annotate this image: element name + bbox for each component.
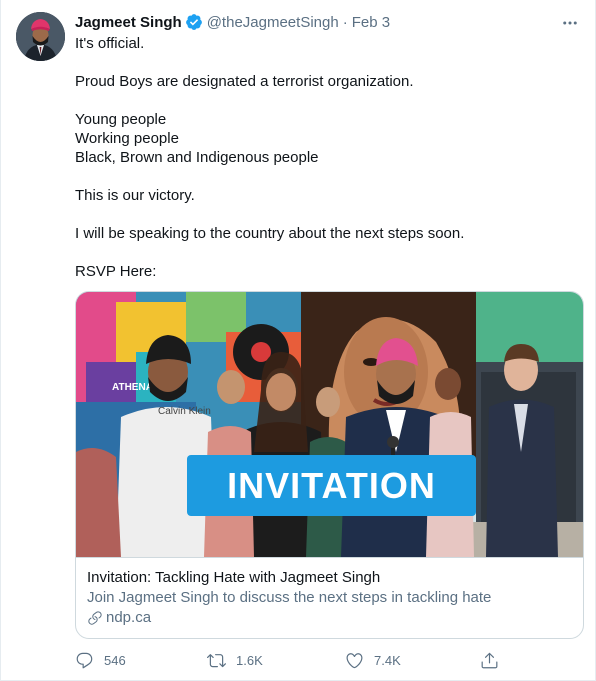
tweet-line: I will be speaking to the country about …: [75, 225, 465, 242]
invitation-banner: INVITATION: [187, 455, 476, 516]
tweet-text: It's official. Proud Boys are designated…: [75, 34, 575, 281]
card-domain: ndp.ca: [87, 608, 574, 628]
tweet-line: It's official.: [75, 35, 145, 52]
retweet-button[interactable]: 1.6K: [207, 648, 263, 672]
share-icon: [481, 652, 498, 668]
tweet-line: Proud Boys are designated a terrorist or…: [75, 73, 414, 90]
tweet[interactable]: Jagmeet Singh @theJagmeetSingh · Feb 3 I…: [0, 0, 596, 681]
share-button[interactable]: [480, 648, 509, 672]
tweet-date[interactable]: Feb 3: [352, 14, 390, 31]
tweet-line: Working people: [75, 130, 179, 147]
author-name[interactable]: Jagmeet Singh: [75, 14, 182, 31]
reply-button[interactable]: 546: [75, 648, 126, 672]
retweet-icon: [207, 653, 226, 667]
more-icon[interactable]: [560, 13, 580, 33]
avatar-image: [16, 12, 65, 61]
link-icon: [88, 611, 102, 625]
separator: ·: [342, 13, 348, 31]
tweet-line: RSVP Here:: [75, 263, 157, 280]
like-count: 7.4K: [374, 652, 401, 668]
reply-icon: [76, 652, 93, 668]
shirt-text: Calvin Klein: [158, 406, 211, 417]
card-image[interactable]: ATHENA Calvin Klein INVITATION: [76, 292, 583, 557]
card-photo: ATHENA Calvin Klein: [76, 292, 583, 557]
like-button[interactable]: 7.4K: [345, 648, 401, 672]
verified-badge-icon: [185, 13, 203, 31]
card-details[interactable]: Invitation: Tackling Hate with Jagmeet S…: [76, 557, 583, 638]
avatar[interactable]: [16, 12, 65, 61]
tweet-line: This is our victory.: [75, 187, 195, 204]
author-handle[interactable]: @theJagmeetSingh: [207, 14, 339, 31]
tweet-actions: 546 1.6K 7.4K: [75, 648, 515, 672]
tweet-header: Jagmeet Singh @theJagmeetSingh · Feb 3: [75, 12, 390, 32]
card-title: Invitation: Tackling Hate with Jagmeet S…: [87, 569, 381, 586]
tweet-line: Young people: [75, 111, 167, 128]
tweet-line: Black, Brown and Indigenous people: [75, 149, 319, 166]
mural-text: ATHENA: [112, 382, 153, 393]
reply-count: 546: [104, 652, 126, 668]
retweet-count: 1.6K: [236, 652, 263, 668]
card-domain-text: ndp.ca: [106, 609, 152, 626]
like-icon: [346, 652, 363, 668]
card-description: Join Jagmeet Singh to discuss the next s…: [87, 589, 492, 606]
link-card[interactable]: ATHENA Calvin Klein INVITATION Invitatio…: [75, 291, 584, 639]
